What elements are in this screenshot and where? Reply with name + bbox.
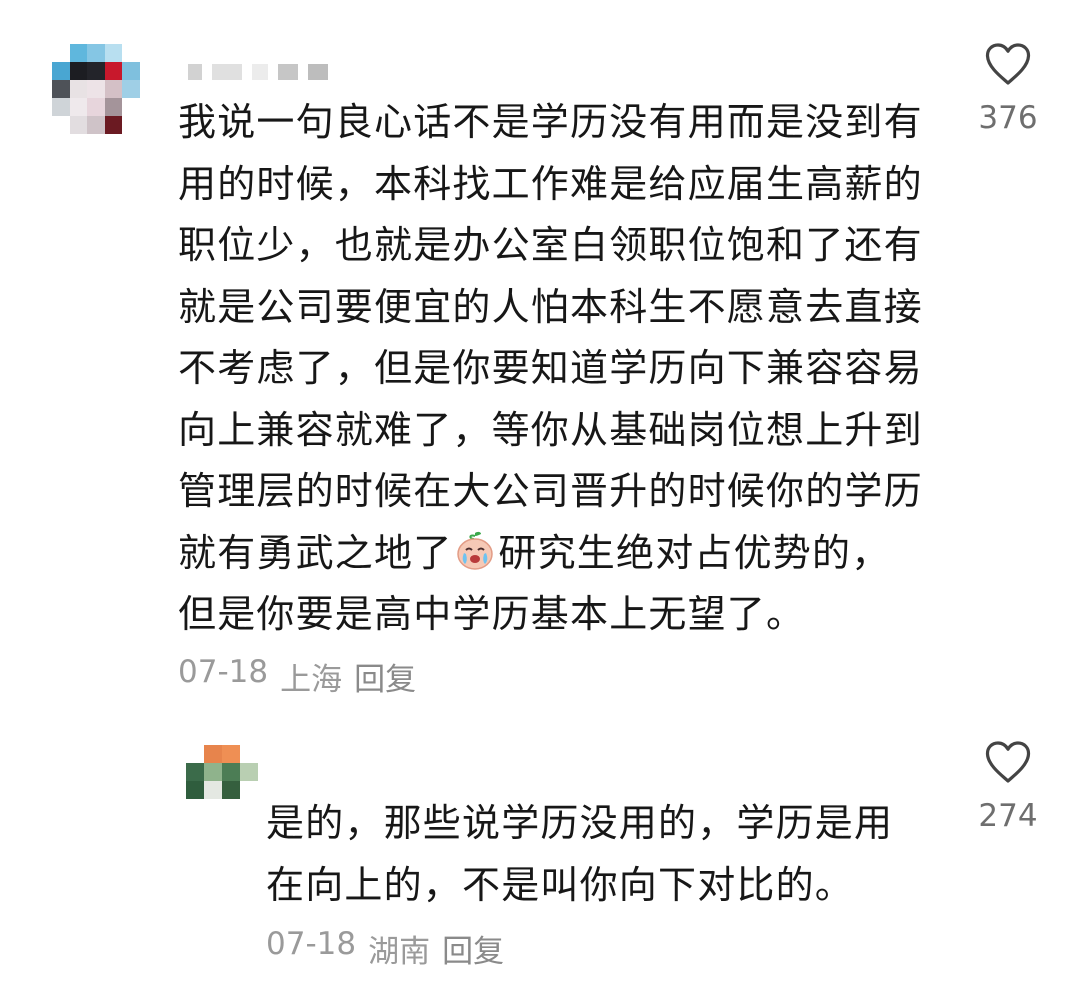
like-count: 376 [978,100,1038,136]
avatar[interactable] [52,44,140,134]
reply-date: 07-18 [266,926,357,962]
comment-text-part1: 我说一句良心话不是学历没有用而是没到有用的时候，本科找工作难是给应届生高薪的职位… [178,100,923,575]
heart-outline-icon [985,741,1031,783]
comment-meta: 07-18 上海 回复 [178,654,416,699]
reply-text: 是的，那些说学历没用的，学历是用在向上的，不是叫你向下对比的。 [266,801,894,907]
comment-location: 上海 [280,662,343,698]
avatar[interactable] [186,745,258,799]
crying-face-emoji [454,529,496,571]
comment-date: 07-18 [178,654,269,690]
comment-main: 我说一句良心话不是学历没有用而是没到有用的时候，本科找工作难是给应届生高薪的职位… [0,0,1080,700]
reply-meta: 07-18 湖南 回复 [266,926,504,971]
like-button[interactable]: 274 [958,740,1058,834]
heart-outline-icon [985,43,1031,85]
reply-location: 湖南 [368,934,431,970]
reply-button[interactable]: 回复 [442,926,504,971]
like-button[interactable]: 376 [958,42,1058,136]
reply-button[interactable]: 回复 [354,654,416,699]
comment-text: 我说一句良心话不是学历没有用而是没到有用的时候，本科找工作难是给应届生高薪的职位… [178,92,938,646]
username-censored[interactable] [188,64,328,80]
like-count: 274 [978,798,1038,834]
